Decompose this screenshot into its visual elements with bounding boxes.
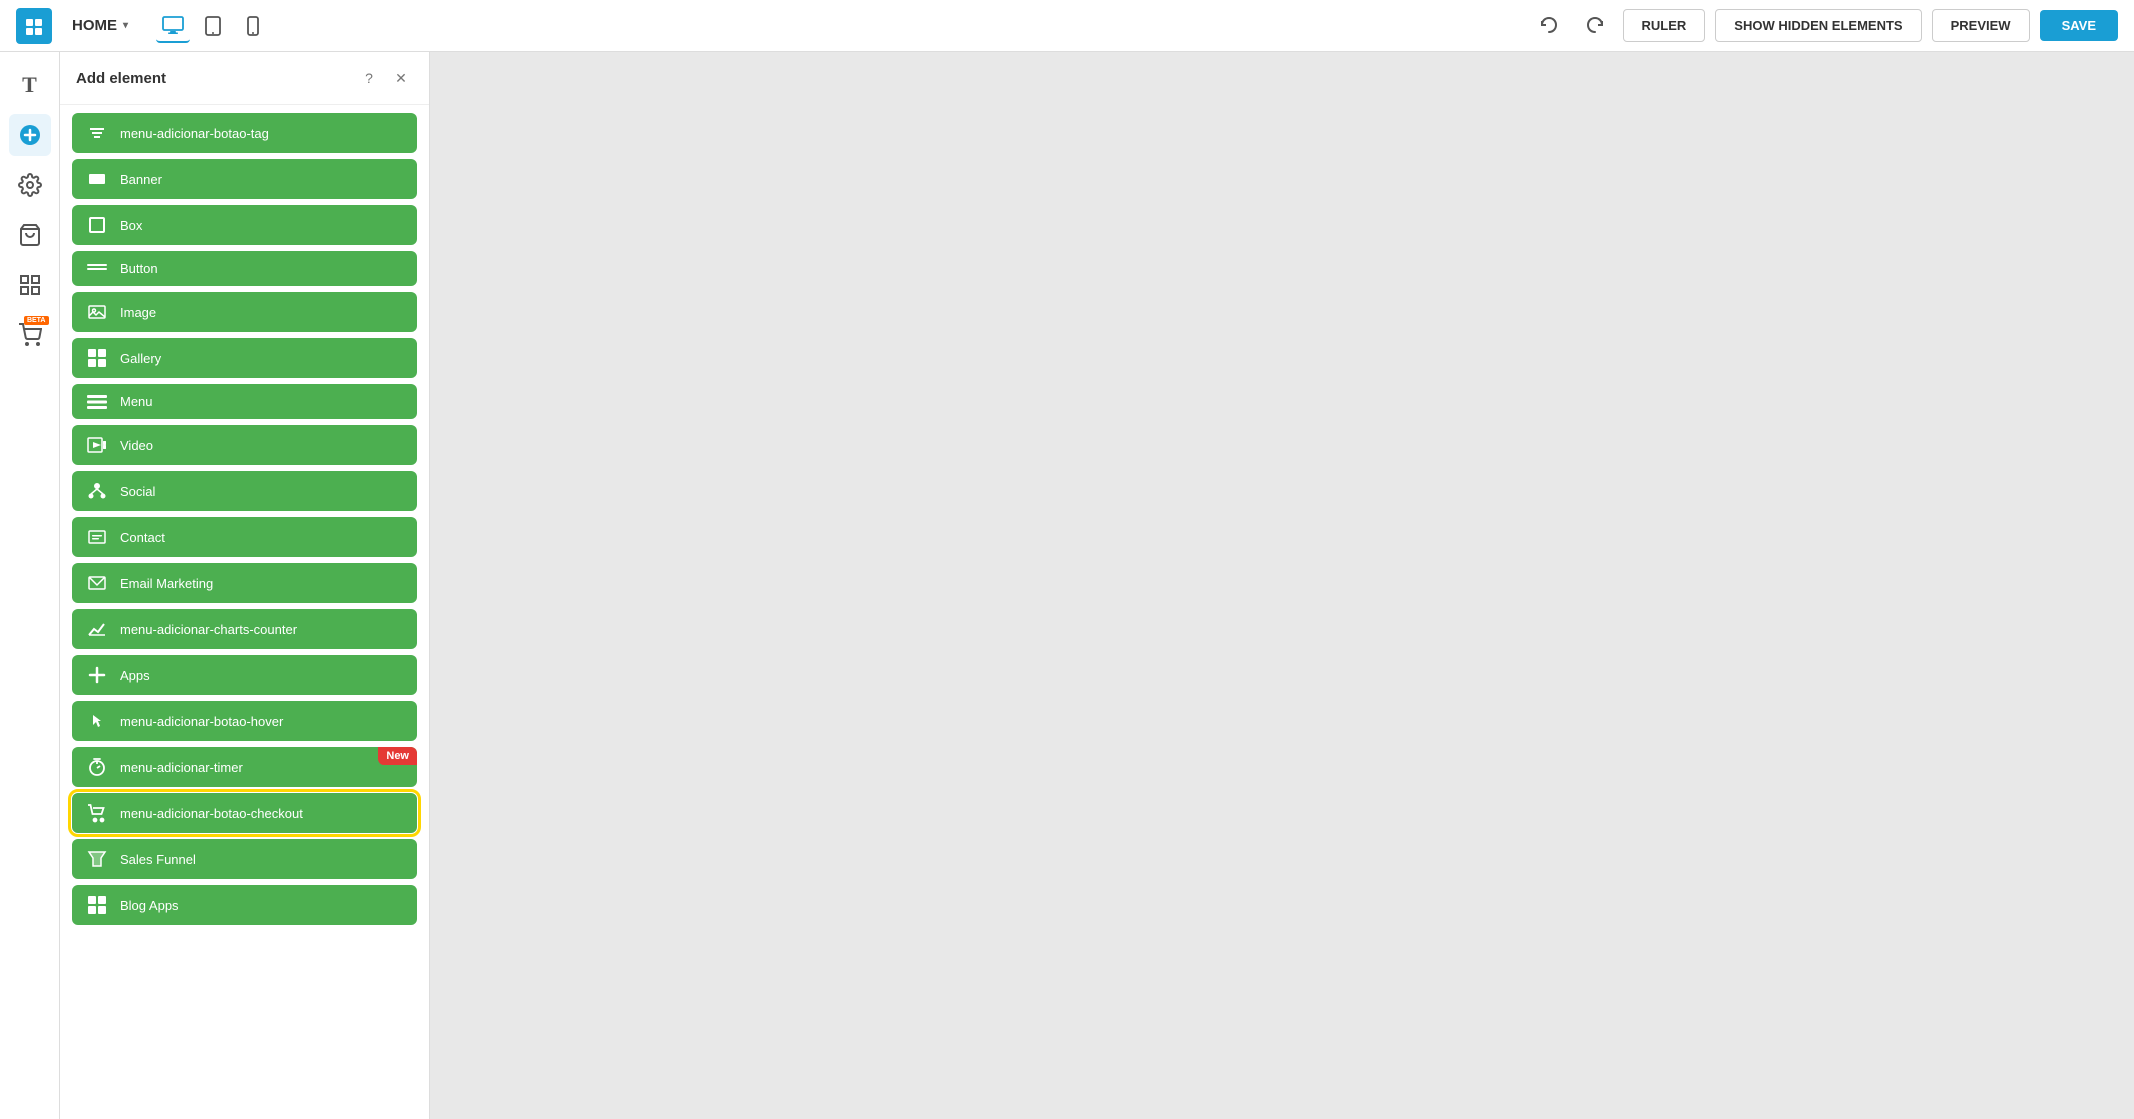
sidebar-item-grid[interactable]	[9, 264, 51, 306]
hover-btn-icon	[86, 711, 108, 731]
element-btn-video[interactable]: Video	[72, 425, 417, 465]
box-icon	[86, 215, 108, 235]
device-switcher	[156, 9, 270, 43]
panel-header: Add element ? ✕	[60, 52, 429, 105]
element-btn-menu[interactable]: Menu	[72, 384, 417, 419]
main-layout: T	[0, 52, 2134, 1119]
element-btn-apps[interactable]: Apps	[72, 655, 417, 695]
image-label: Image	[120, 305, 403, 320]
button-label: Button	[120, 261, 403, 276]
gallery-label: Gallery	[120, 351, 403, 366]
video-icon	[86, 435, 108, 455]
gallery-icon	[86, 348, 108, 368]
ruler-button[interactable]: RULER	[1623, 9, 1706, 42]
brand-logo	[16, 8, 52, 44]
element-btn-social[interactable]: Social	[72, 471, 417, 511]
redo-button[interactable]	[1577, 8, 1613, 44]
element-btn-gallery[interactable]: Gallery	[72, 338, 417, 378]
contact-label: Contact	[120, 530, 403, 545]
blog-apps-label: Blog Apps	[120, 898, 403, 913]
element-btn-checkout[interactable]: menu-adicionar-botao-checkout	[72, 793, 417, 833]
element-btn-image[interactable]: Image	[72, 292, 417, 332]
elements-list: menu-adicionar-botao-tag Banner Box Button I…	[60, 105, 429, 1119]
element-btn-timer[interactable]: menu-adicionar-timerNew	[72, 747, 417, 787]
canvas-area[interactable]	[430, 52, 2134, 1119]
apps-label: Apps	[120, 668, 403, 683]
element-btn-box[interactable]: Box	[72, 205, 417, 245]
banner-label: Banner	[120, 172, 403, 187]
sidebar-item-store[interactable]	[9, 214, 51, 256]
apps-icon	[86, 665, 108, 685]
element-btn-hover-btn[interactable]: menu-adicionar-botao-hover	[72, 701, 417, 741]
video-label: Video	[120, 438, 403, 453]
preview-button[interactable]: PREVIEW	[1932, 9, 2030, 42]
contact-icon	[86, 527, 108, 547]
panel-title: Add element	[76, 70, 166, 87]
element-btn-menu-tag[interactable]: menu-adicionar-botao-tag	[72, 113, 417, 153]
element-btn-sales-funnel[interactable]: Sales Funnel	[72, 839, 417, 879]
element-btn-banner[interactable]: Banner	[72, 159, 417, 199]
checkout-label: menu-adicionar-botao-checkout	[120, 806, 403, 821]
sidebar-item-beta[interactable]: BETA	[9, 314, 51, 356]
panel-help-button[interactable]: ?	[357, 66, 381, 90]
charts-counter-icon	[86, 619, 108, 639]
element-btn-email-marketing[interactable]: Email Marketing	[72, 563, 417, 603]
menu-tag-icon	[86, 123, 108, 143]
toolbar-right: RULER SHOW HIDDEN ELEMENTS PREVIEW SAVE	[1531, 8, 2118, 44]
show-hidden-button[interactable]: SHOW HIDDEN ELEMENTS	[1715, 9, 1921, 42]
beta-label: BETA	[24, 316, 49, 325]
sidebar-item-settings[interactable]	[9, 164, 51, 206]
social-label: Social	[120, 484, 403, 499]
menu-tag-label: menu-adicionar-botao-tag	[120, 126, 403, 141]
button-icon	[86, 262, 108, 276]
blog-apps-icon	[86, 895, 108, 915]
email-marketing-icon	[86, 573, 108, 593]
panel-close-button[interactable]: ✕	[389, 66, 413, 90]
left-sidebar: T	[0, 52, 60, 1119]
undo-button[interactable]	[1531, 8, 1567, 44]
sales-funnel-label: Sales Funnel	[120, 852, 403, 867]
new-badge: New	[378, 747, 417, 765]
banner-icon	[86, 169, 108, 189]
element-btn-charts-counter[interactable]: menu-adicionar-charts-counter	[72, 609, 417, 649]
checkout-icon	[86, 803, 108, 823]
box-label: Box	[120, 218, 403, 233]
desktop-device-button[interactable]	[156, 9, 190, 43]
sales-funnel-icon	[86, 849, 108, 869]
hover-btn-label: menu-adicionar-botao-hover	[120, 714, 403, 729]
email-marketing-label: Email Marketing	[120, 576, 403, 591]
tablet-device-button[interactable]	[196, 9, 230, 43]
sidebar-item-text[interactable]: T	[9, 64, 51, 106]
timer-label: menu-adicionar-timer	[120, 760, 403, 775]
sidebar-item-add[interactable]	[9, 114, 51, 156]
menu-label: Menu	[120, 394, 403, 409]
element-btn-contact[interactable]: Contact	[72, 517, 417, 557]
timer-icon	[86, 757, 108, 777]
chevron-down-icon: ▾	[123, 20, 128, 31]
mobile-device-button[interactable]	[236, 9, 270, 43]
image-icon	[86, 302, 108, 322]
home-label: HOME	[72, 17, 117, 34]
social-icon	[86, 481, 108, 501]
home-menu[interactable]: HOME ▾	[64, 13, 136, 38]
save-button[interactable]: SAVE	[2040, 10, 2118, 41]
add-element-panel: Add element ? ✕ menu-adicionar-botao-tag…	[60, 52, 430, 1119]
menu-icon	[86, 395, 108, 409]
element-btn-blog-apps[interactable]: Blog Apps	[72, 885, 417, 925]
toolbar: HOME ▾	[0, 0, 2134, 52]
charts-counter-label: menu-adicionar-charts-counter	[120, 622, 403, 637]
panel-header-icons: ? ✕	[357, 66, 413, 90]
element-btn-button[interactable]: Button	[72, 251, 417, 286]
